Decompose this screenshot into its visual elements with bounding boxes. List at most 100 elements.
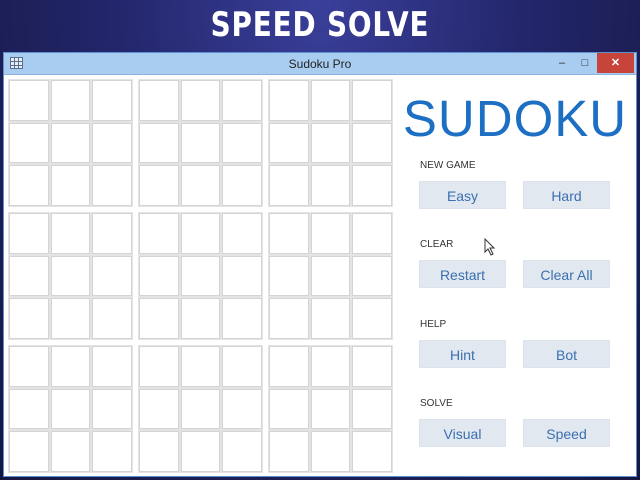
sudoku-cell[interactable]: [9, 80, 49, 121]
solve-label: SOLVE: [420, 398, 453, 409]
sudoku-cell[interactable]: [9, 298, 49, 339]
visual-button[interactable]: Visual: [419, 419, 506, 447]
sudoku-cell[interactable]: [139, 213, 179, 254]
sudoku-cell[interactable]: [139, 122, 179, 164]
sudoku-cell[interactable]: [269, 431, 309, 472]
sudoku-cell[interactable]: [180, 388, 221, 430]
sudoku-cell[interactable]: [92, 80, 132, 121]
sudoku-cell[interactable]: [92, 298, 132, 339]
sudoku-cell[interactable]: [50, 165, 91, 206]
sudoku-cell[interactable]: [222, 388, 262, 430]
sudoku-cell[interactable]: [180, 431, 221, 472]
sudoku-cell[interactable]: [222, 165, 262, 206]
sudoku-cell[interactable]: [352, 346, 392, 387]
sudoku-cell[interactable]: [9, 213, 49, 254]
sudoku-cell[interactable]: [352, 122, 392, 164]
sudoku-cell[interactable]: [180, 298, 221, 339]
sudoku-cell[interactable]: [180, 165, 221, 206]
sudoku-cell[interactable]: [9, 122, 49, 164]
maximize-button[interactable]: □: [574, 53, 596, 73]
sudoku-cell[interactable]: [9, 431, 49, 472]
new-game-label: NEW GAME: [420, 160, 476, 171]
sudoku-cell[interactable]: [92, 165, 132, 206]
sudoku-cell[interactable]: [310, 80, 351, 121]
sudoku-cell[interactable]: [222, 80, 262, 121]
sudoku-cell[interactable]: [222, 213, 262, 254]
sudoku-board: [8, 79, 393, 473]
sudoku-cell[interactable]: [180, 122, 221, 164]
sudoku-cell[interactable]: [352, 255, 392, 297]
sudoku-cell[interactable]: [180, 213, 221, 254]
sudoku-cell[interactable]: [222, 431, 262, 472]
sudoku-cell[interactable]: [92, 431, 132, 472]
sudoku-cell[interactable]: [352, 165, 392, 206]
sudoku-cell[interactable]: [9, 388, 49, 430]
sudoku-cell[interactable]: [269, 298, 309, 339]
sudoku-cell[interactable]: [222, 298, 262, 339]
easy-button[interactable]: Easy: [419, 181, 506, 209]
help-label: HELP: [420, 319, 447, 330]
sudoku-cell[interactable]: [269, 122, 309, 164]
sudoku-cell[interactable]: [269, 165, 309, 206]
sudoku-cell[interactable]: [139, 255, 179, 297]
sudoku-cell[interactable]: [310, 346, 351, 387]
sudoku-cell[interactable]: [180, 80, 221, 121]
sudoku-cell[interactable]: [139, 165, 179, 206]
sudoku-cell[interactable]: [9, 346, 49, 387]
sudoku-cell[interactable]: [310, 298, 351, 339]
sudoku-cell[interactable]: [310, 165, 351, 206]
sudoku-cell[interactable]: [139, 298, 179, 339]
sudoku-cell[interactable]: [269, 346, 309, 387]
sudoku-cell[interactable]: [139, 346, 179, 387]
sudoku-cell[interactable]: [9, 255, 49, 297]
close-button[interactable]: ✕: [597, 53, 634, 73]
sudoku-cell[interactable]: [310, 213, 351, 254]
speed-button[interactable]: Speed: [523, 419, 610, 447]
sudoku-cell[interactable]: [50, 80, 91, 121]
sudoku-cell[interactable]: [310, 431, 351, 472]
sudoku-cell[interactable]: [50, 388, 91, 430]
sudoku-cell[interactable]: [222, 346, 262, 387]
clear-all-button[interactable]: Clear All: [523, 260, 610, 288]
sudoku-cell[interactable]: [50, 431, 91, 472]
sudoku-cell[interactable]: [139, 431, 179, 472]
sudoku-cell[interactable]: [9, 165, 49, 206]
sudoku-cell[interactable]: [50, 255, 91, 297]
sudoku-cell[interactable]: [222, 255, 262, 297]
minimize-button[interactable]: –: [551, 53, 573, 73]
sudoku-cell[interactable]: [50, 213, 91, 254]
hint-button[interactable]: Hint: [419, 340, 506, 368]
restart-button[interactable]: Restart: [419, 260, 506, 288]
sudoku-cell[interactable]: [92, 255, 132, 297]
sudoku-cell[interactable]: [269, 213, 309, 254]
sudoku-cell[interactable]: [310, 388, 351, 430]
sudoku-cell[interactable]: [92, 346, 132, 387]
sudoku-cell[interactable]: [50, 346, 91, 387]
sudoku-cell[interactable]: [269, 255, 309, 297]
sudoku-cell[interactable]: [352, 298, 392, 339]
sudoku-cell[interactable]: [222, 122, 262, 164]
sudoku-cell[interactable]: [269, 388, 309, 430]
sudoku-cell[interactable]: [352, 388, 392, 430]
sudoku-box: [138, 79, 263, 207]
sudoku-cell[interactable]: [50, 298, 91, 339]
hard-button[interactable]: Hard: [523, 181, 610, 209]
sudoku-cell[interactable]: [92, 122, 132, 164]
sudoku-cell[interactable]: [352, 213, 392, 254]
sudoku-cell[interactable]: [310, 122, 351, 164]
title-bar[interactable]: Sudoku Pro – □ ✕: [4, 53, 636, 75]
bot-button[interactable]: Bot: [523, 340, 610, 368]
sudoku-cell[interactable]: [92, 388, 132, 430]
sudoku-cell[interactable]: [139, 388, 179, 430]
sudoku-cell[interactable]: [92, 213, 132, 254]
sudoku-cell[interactable]: [269, 80, 309, 121]
sudoku-cell[interactable]: [352, 431, 392, 472]
sudoku-cell[interactable]: [50, 122, 91, 164]
sudoku-box: [138, 345, 263, 473]
sudoku-cell[interactable]: [139, 80, 179, 121]
sudoku-cell[interactable]: [180, 255, 221, 297]
sudoku-box: [8, 212, 133, 340]
sudoku-cell[interactable]: [352, 80, 392, 121]
sudoku-cell[interactable]: [180, 346, 221, 387]
sudoku-cell[interactable]: [310, 255, 351, 297]
